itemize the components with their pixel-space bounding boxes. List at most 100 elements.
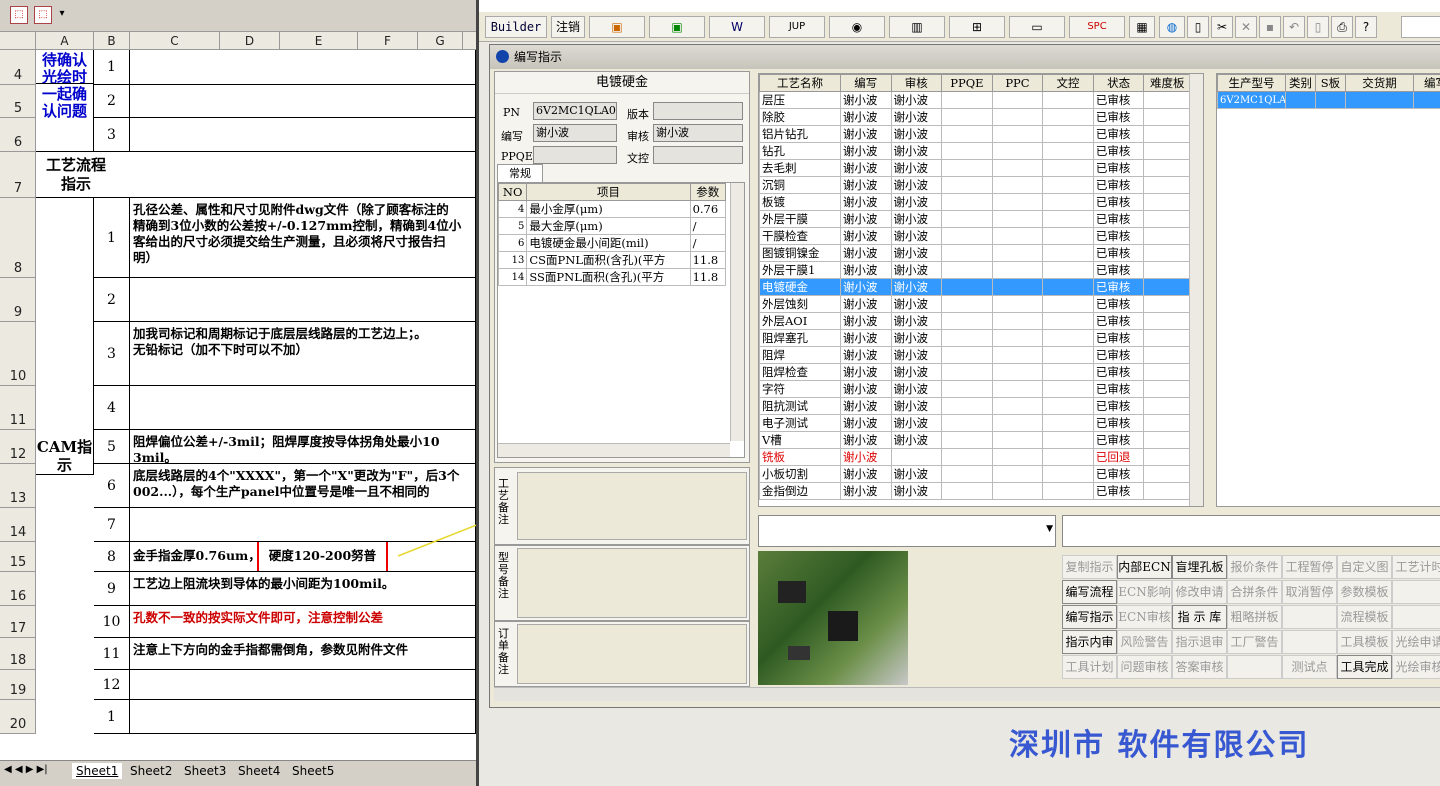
action-button[interactable]: 光绘审核: [1392, 655, 1440, 679]
instruction-cell[interactable]: 金手指金厚0.76um， 硬度120-200努普: [130, 542, 476, 572]
process-row[interactable]: 金指倒边 谢小波 谢小波 已审核: [759, 482, 1191, 500]
reviewer-field[interactable]: 谢小波: [653, 124, 743, 142]
action-button[interactable]: 风险警告: [1117, 630, 1172, 654]
process-row[interactable]: 外层蚀刻 谢小波 谢小波 已审核: [759, 295, 1191, 313]
preview-icon[interactable]: ▯: [1307, 16, 1329, 38]
instruction-cell[interactable]: [130, 85, 476, 118]
item-number-cell[interactable]: 2: [94, 85, 130, 118]
action-button[interactable]: [1282, 605, 1337, 629]
help-icon[interactable]: ?: [1355, 16, 1377, 38]
row-header[interactable]: 7: [0, 152, 36, 198]
process-row[interactable]: 阻抗测试 谢小波 谢小波 已审核: [759, 397, 1191, 415]
action-button[interactable]: 自定义图: [1337, 555, 1392, 579]
params-header[interactable]: 参数: [689, 183, 727, 201]
process-header[interactable]: 难度板: [1143, 74, 1191, 92]
action-button[interactable]: 问题审核: [1117, 655, 1172, 679]
tab-general[interactable]: 常规: [497, 164, 543, 182]
params-header[interactable]: NO: [497, 183, 528, 201]
column-header[interactable]: A: [36, 32, 94, 50]
combo-arrow-icon[interactable]: ▼: [1046, 524, 1053, 534]
action-button[interactable]: 指示内审: [1062, 630, 1117, 654]
instruction-cell[interactable]: [130, 278, 476, 322]
corner-cell[interactable]: [0, 32, 36, 50]
params-row[interactable]: 4 最小金厚(μm) 0.76: [497, 200, 727, 218]
params-row[interactable]: 14 SS面PNL面积(含孔)(平方 11.8: [497, 268, 727, 286]
row-header[interactable]: 15: [0, 542, 36, 572]
sheet-tab[interactable]: Sheet1: [72, 763, 123, 779]
process-row[interactable]: 外层干膜 谢小波 谢小波 已审核: [759, 210, 1191, 228]
computer-icon[interactable]: ▭: [1009, 16, 1065, 38]
action-button[interactable]: 合拼条件: [1227, 580, 1282, 604]
action-button[interactable]: 内部ECN: [1117, 555, 1172, 579]
instruction-cell[interactable]: [130, 700, 476, 734]
model-row[interactable]: 6V2MC1QLA0: [1217, 91, 1440, 109]
sheet-nav-icons[interactable]: ◀ ◀ ▶ ▶|: [4, 764, 48, 775]
action-button[interactable]: 参数模板: [1337, 580, 1392, 604]
process-row[interactable]: 电子测试 谢小波 谢小波 已审核: [759, 414, 1191, 432]
column-header[interactable]: D: [220, 32, 280, 50]
process-row[interactable]: 铝片钻孔 谢小波 谢小波 已审核: [759, 125, 1191, 143]
row-header[interactable]: 4: [0, 50, 36, 85]
process-row[interactable]: 层压 谢小波 谢小波 已审核: [759, 91, 1191, 109]
action-button[interactable]: 工程暂停: [1282, 555, 1337, 579]
process-combo[interactable]: ▼: [758, 515, 1056, 547]
instruction-cell[interactable]: [130, 50, 476, 85]
instruction-cell[interactable]: [130, 118, 476, 152]
item-number-cell[interactable]: 10: [94, 606, 130, 638]
action-button[interactable]: 工具完成: [1337, 655, 1392, 679]
action-button[interactable]: 盲埋孔板: [1172, 555, 1227, 579]
process-header[interactable]: PPQE: [941, 74, 993, 92]
item-number-cell[interactable]: 5: [94, 430, 130, 464]
instruction-cell[interactable]: 孔径公差、属性和尺寸见附件dwg文件（除了顾客标注的 精确到3位小数的公差按+/-…: [130, 198, 476, 278]
action-button[interactable]: [1392, 605, 1440, 629]
process-header[interactable]: 编写: [839, 74, 892, 92]
database-icon[interactable]: ▥: [889, 16, 945, 38]
action-button[interactable]: 答案审核: [1172, 655, 1227, 679]
process-row[interactable]: 板镀 谢小波 谢小波 已审核: [759, 193, 1191, 211]
action-button[interactable]: 报价条件: [1227, 555, 1282, 579]
model-header[interactable]: 编写: [1413, 74, 1440, 92]
row-header[interactable]: 5: [0, 85, 36, 118]
row-header[interactable]: 6: [0, 118, 36, 152]
row-header[interactable]: 17: [0, 606, 36, 638]
network-icon[interactable]: ⊞: [949, 16, 1005, 38]
process-row[interactable]: 铣板 谢小波 已回退: [759, 448, 1191, 466]
model-header[interactable]: 交货期: [1345, 74, 1414, 92]
instruction-cell[interactable]: 孔数不一致的按实际文件即可，注意控制公差: [130, 606, 476, 638]
action-button[interactable]: 粗略拼板: [1227, 605, 1282, 629]
process-header[interactable]: PPC: [991, 74, 1044, 92]
action-button[interactable]: ECN审核: [1117, 605, 1172, 629]
process-vscroll[interactable]: [1189, 74, 1203, 506]
toolbar-input[interactable]: [1401, 16, 1440, 38]
instruction-cell[interactable]: 阻焊偏位公差+/-3mil；阻焊厚度按导体拐角处最小10 3mil。: [130, 430, 476, 464]
item-number-cell[interactable]: 1: [94, 700, 130, 734]
sheet-grid[interactable]: 4 1 5 2 6 3 7 8 1 孔径公差、属性和尺寸见附件dwg文件（除了顾客标注的 精确到3位…: [0, 50, 476, 760]
row-header[interactable]: 11: [0, 386, 36, 430]
column-header[interactable]: G: [418, 32, 463, 50]
row-header[interactable]: 18: [0, 638, 36, 670]
action-button[interactable]: [1227, 655, 1282, 679]
ppt-icon[interactable]: ▣: [589, 16, 645, 38]
item-number-cell[interactable]: 12: [94, 670, 130, 700]
item-number-cell[interactable]: 7: [94, 508, 130, 542]
action-button[interactable]: 流程模板: [1337, 605, 1392, 629]
doc-field[interactable]: [653, 146, 743, 164]
sheet-tab[interactable]: Sheet3: [180, 763, 230, 779]
column-header[interactable]: B: [94, 32, 130, 50]
instruction-cell[interactable]: [130, 386, 476, 430]
process-flow-cell[interactable]: 工艺流程指示: [36, 152, 476, 198]
column-header[interactable]: E: [280, 32, 358, 50]
model-header[interactable]: 生产型号: [1217, 74, 1286, 92]
item-number-cell[interactable]: 4: [94, 386, 130, 430]
toolbar-options-icon[interactable]: ▾: [56, 6, 68, 24]
process-row[interactable]: 阻焊塞孔 谢小波 谢小波 已审核: [759, 329, 1191, 347]
order-note-input[interactable]: [517, 624, 747, 684]
column-header[interactable]: C: [130, 32, 220, 50]
process-header[interactable]: 工艺名称: [759, 74, 841, 92]
action-button[interactable]: 工具模板: [1337, 630, 1392, 654]
window-hscroll[interactable]: [494, 687, 1440, 701]
model-header[interactable]: S板: [1315, 74, 1346, 92]
action-button[interactable]: [1282, 630, 1337, 654]
process-note-input[interactable]: [517, 472, 747, 540]
process-row[interactable]: 字符 谢小波 谢小波 已审核: [759, 380, 1191, 398]
